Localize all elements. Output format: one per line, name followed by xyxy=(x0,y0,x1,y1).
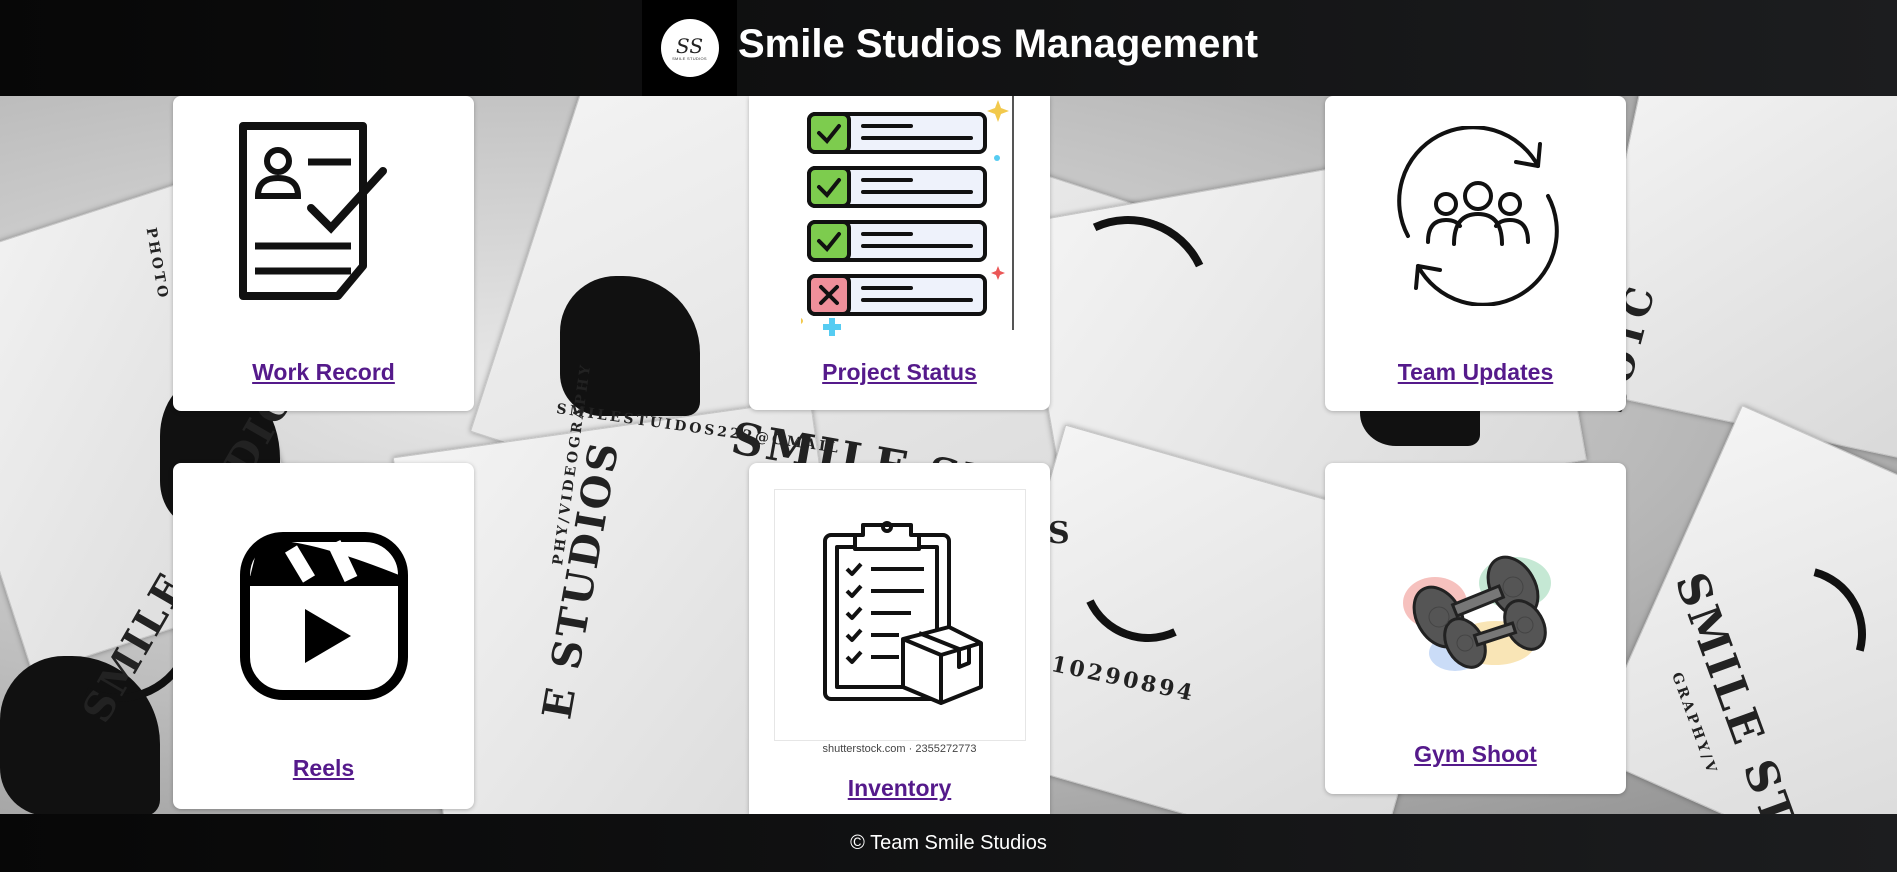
dumbbells-sketch-icon xyxy=(1403,555,1551,671)
team-updates-link[interactable]: Team Updates xyxy=(1325,359,1626,386)
tile-work-record[interactable]: Work Record xyxy=(173,96,474,411)
tile-reels[interactable]: Reels xyxy=(173,463,474,809)
inventory-link[interactable]: Inventory xyxy=(749,775,1050,802)
checklist-status-icon xyxy=(801,96,1014,336)
footer-text: © Team Smile Studios xyxy=(850,831,1047,854)
logo-mark: SS xyxy=(675,33,704,58)
project-status-link[interactable]: Project Status xyxy=(749,359,1050,386)
work-record-icon xyxy=(239,122,387,300)
logo-container: SS SMILE STUDIOS xyxy=(642,0,737,96)
site-footer: © Team Smile Studios xyxy=(0,814,1897,872)
gym-shoot-link[interactable]: Gym Shoot xyxy=(1325,741,1626,768)
reels-link[interactable]: Reels xyxy=(173,755,474,782)
tile-gym-shoot[interactable]: Gym Shoot xyxy=(1325,463,1626,794)
studio-logo: SS SMILE STUDIOS xyxy=(660,19,719,77)
work-record-link[interactable]: Work Record xyxy=(173,359,474,386)
page-title: Smile Studios Management xyxy=(738,22,1259,66)
tile-team-updates[interactable]: Team Updates xyxy=(1325,96,1626,411)
tile-project-status[interactable]: Project Status xyxy=(749,96,1050,410)
inventory-clipboard-icon xyxy=(823,521,983,705)
image-caption: shutterstock.com · 2355272773 xyxy=(822,743,977,755)
bg-text: S xyxy=(1048,516,1073,551)
logo-text: SMILE STUDIOS xyxy=(672,55,707,61)
tile-inventory[interactable]: shutterstock.com · 2355272773 Inventory xyxy=(749,463,1050,814)
reels-icon xyxy=(240,532,408,700)
site-header: SS SMILE STUDIOS Smile Studios Managemen… xyxy=(0,0,1897,96)
team-sync-icon xyxy=(1397,126,1559,306)
